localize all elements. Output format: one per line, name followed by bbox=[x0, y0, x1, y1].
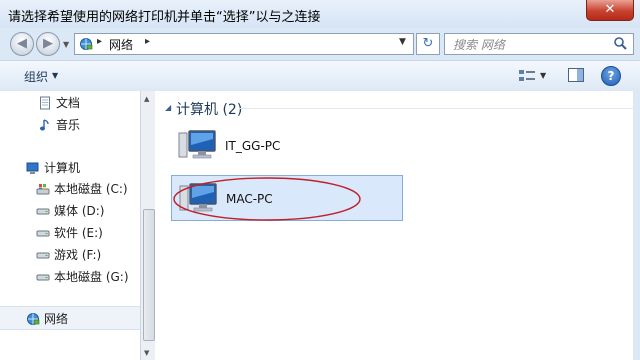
forward-arrow-icon: ▶ bbox=[43, 36, 53, 51]
address-dropdown-icon[interactable]: ▼ bbox=[399, 37, 406, 47]
collapse-group-icon[interactable]: ◢ bbox=[165, 103, 171, 112]
nav-item-documents[interactable]: 文档 bbox=[38, 94, 80, 111]
nav-item-drive-e[interactable]: 软件 (E:) bbox=[36, 224, 103, 241]
preview-pane-icon[interactable] bbox=[568, 68, 584, 82]
breadcrumb-separator-icon[interactable]: ▸ bbox=[145, 36, 150, 47]
recent-pages-dropdown-icon[interactable]: ▼ bbox=[63, 40, 69, 49]
nav-item-drive-c[interactable]: 本地磁盘 (C:) bbox=[36, 180, 128, 197]
title-bar: 请选择希望使用的网络打印机并单击“选择”以与之连接 ✕ bbox=[0, 0, 640, 28]
breadcrumb-separator-icon[interactable]: ▸ bbox=[97, 36, 102, 47]
nav-item-label: 网络 bbox=[44, 312, 69, 326]
change-view-icon[interactable] bbox=[518, 69, 536, 83]
computer-item-mac-pc[interactable]: MAC-PC bbox=[171, 175, 403, 221]
nav-item-label: 文档 bbox=[56, 96, 81, 110]
nav-item-music[interactable]: 音乐 bbox=[38, 116, 80, 133]
organize-dropdown-icon[interactable]: ▼ bbox=[52, 71, 58, 80]
nav-item-drive-d[interactable]: 媒体 (D:) bbox=[36, 202, 104, 219]
navpane-scrollbar[interactable]: ▲ ▼ bbox=[140, 91, 155, 360]
documents-icon bbox=[40, 96, 50, 110]
refresh-icon: ↻ bbox=[422, 36, 434, 51]
group-divider bbox=[239, 108, 634, 109]
back-button[interactable]: ◀ bbox=[10, 32, 34, 56]
search-icon[interactable] bbox=[613, 36, 627, 50]
nav-selection-highlight bbox=[0, 306, 140, 330]
computer-icon bbox=[26, 162, 39, 174]
forward-button[interactable]: ▶ bbox=[36, 32, 60, 56]
nav-item-network[interactable]: 网络 bbox=[26, 310, 68, 327]
computer-name: IT_GG-PC bbox=[225, 139, 281, 153]
back-arrow-icon: ◀ bbox=[17, 36, 27, 51]
address-row: ◀ ▶ ▼ ▸ 网络 ▸ ▼ ↻ 搜索 网络 bbox=[0, 28, 640, 60]
view-dropdown-icon[interactable]: ▼ bbox=[540, 71, 546, 80]
drive-icon bbox=[36, 252, 50, 259]
nav-item-drive-f[interactable]: 游戏 (F:) bbox=[36, 246, 101, 263]
drive-icon bbox=[36, 208, 50, 215]
drive-icon bbox=[36, 230, 50, 237]
window-right-border bbox=[633, 91, 640, 360]
select-printer-window: 请选择希望使用的网络打印机并单击“选择”以与之连接 ✕ ◀ ▶ ▼ ▸ 网络 ▸… bbox=[0, 0, 640, 360]
search-input[interactable]: 搜索 网络 bbox=[453, 36, 505, 53]
nav-item-label: 本地磁盘 (C:) bbox=[54, 182, 128, 196]
scroll-up-icon[interactable]: ▲ bbox=[144, 95, 149, 103]
music-icon bbox=[40, 119, 49, 131]
command-bar: 组织 ▼ ▼ ? bbox=[0, 60, 640, 92]
nav-item-label: 媒体 (D:) bbox=[54, 204, 105, 218]
close-icon: ✕ bbox=[604, 2, 616, 17]
group-header[interactable]: 计算机 (2) bbox=[176, 99, 242, 119]
help-button[interactable]: ? bbox=[601, 66, 621, 86]
refresh-button[interactable]: ↻ bbox=[416, 33, 440, 55]
scroll-down-icon[interactable]: ▼ bbox=[144, 349, 149, 357]
network-icon bbox=[27, 313, 40, 325]
computer-icon bbox=[179, 183, 217, 212]
close-button[interactable]: ✕ bbox=[586, 0, 634, 21]
address-bar[interactable]: ▸ 网络 ▸ ▼ bbox=[74, 33, 414, 55]
nav-item-label: 游戏 (F:) bbox=[54, 248, 102, 262]
system-drive-icon bbox=[36, 184, 50, 195]
computer-name: MAC-PC bbox=[226, 192, 273, 206]
nav-item-label: 计算机 bbox=[44, 161, 81, 175]
nav-item-computer[interactable]: 计算机 bbox=[26, 159, 80, 176]
computer-item-it-gg-pc[interactable]: IT_GG-PC bbox=[171, 123, 403, 169]
nav-item-label: 本地磁盘 (G:) bbox=[54, 270, 129, 284]
window-title: 请选择希望使用的网络打印机并单击“选择”以与之连接 bbox=[8, 10, 321, 25]
nav-item-drive-g[interactable]: 本地磁盘 (G:) bbox=[36, 268, 129, 285]
drive-icon bbox=[36, 274, 50, 281]
navigation-pane: 文档 音乐 计算机 本地磁盘 (C:) 媒体 (D:) 软件 (E:) 游戏 (… bbox=[0, 91, 140, 360]
content-pane: ◢ 计算机 (2) IT_GG-PC MAC-PC bbox=[155, 91, 640, 360]
network-icon bbox=[80, 38, 93, 50]
nav-item-label: 软件 (E:) bbox=[54, 226, 103, 240]
nav-item-label: 音乐 bbox=[56, 118, 81, 132]
scrollbar-thumb[interactable] bbox=[143, 209, 155, 341]
breadcrumb-network[interactable]: 网络 bbox=[109, 36, 133, 53]
computer-icon bbox=[178, 130, 216, 159]
help-icon: ? bbox=[607, 69, 615, 83]
organize-button[interactable]: 组织 bbox=[24, 68, 48, 85]
search-box[interactable]: 搜索 网络 bbox=[444, 33, 634, 55]
